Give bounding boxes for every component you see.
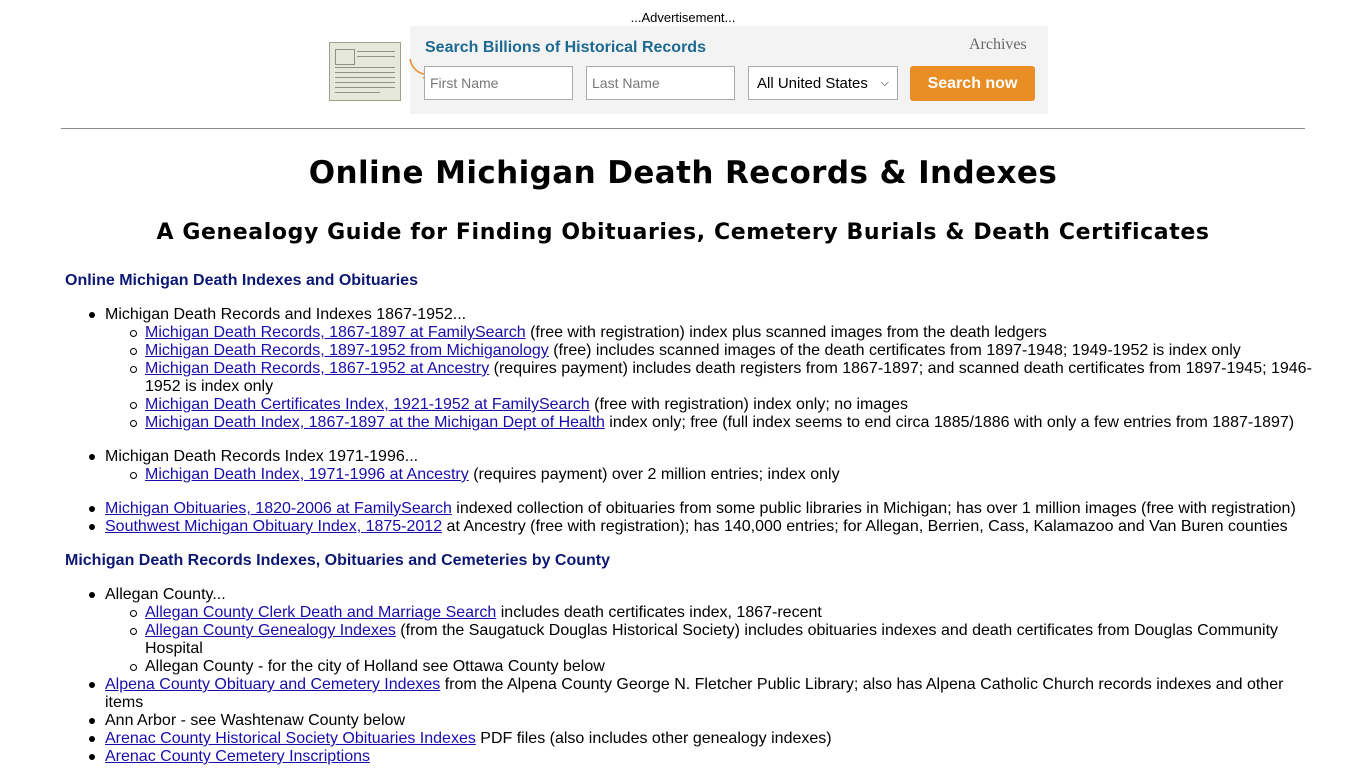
- list-item: Michigan Death Index, 1867-1897 at the M…: [130, 414, 1315, 432]
- divider: [61, 128, 1305, 129]
- list-item: Southwest Michigan Obituary Index, 1875-…: [89, 518, 1315, 536]
- record-description: Allegan County - for the city of Holland…: [145, 658, 605, 675]
- record-description: indexed collection of obituaries from so…: [451, 500, 1296, 517]
- group-label: Michigan Death Records and Indexes 1867-…: [105, 306, 467, 323]
- list-item: Michigan Death Records, 1867-1897 at Fam…: [130, 324, 1315, 342]
- record-description: (free with registration) index only; no …: [589, 396, 909, 413]
- list-item: Michigan Obituaries, 1820-2006 at Family…: [89, 500, 1315, 518]
- record-link[interactable]: Michigan Death Records, 1867-1897 at Fam…: [145, 324, 526, 341]
- list-item: Ann Arbor - see Washtenaw County below: [89, 712, 1315, 730]
- list-item: Allegan County - for the city of Holland…: [130, 658, 1315, 676]
- record-description: includes death certificates index, 1867-…: [496, 604, 822, 621]
- list-item: Arenac County Cemetery Inscriptions: [89, 748, 1315, 766]
- section-heading-by-county: Michigan Death Records Indexes, Obituari…: [65, 552, 611, 569]
- search-now-button[interactable]: Search now: [910, 66, 1035, 101]
- region-select[interactable]: All United States ⌵: [748, 66, 898, 100]
- list-item: Arenac County Historical Society Obituar…: [89, 730, 1315, 748]
- record-link[interactable]: Michigan Death Index, 1971-1996 at Ances…: [145, 466, 469, 483]
- record-link[interactable]: Michigan Obituaries, 1820-2006 at Family…: [105, 500, 452, 517]
- last-name-input[interactable]: [586, 66, 735, 100]
- record-description: (free) includes scanned images of the de…: [548, 342, 1241, 359]
- archives-logo: Archives: [969, 36, 1027, 53]
- record-description: PDF files (also includes other genealogy…: [475, 730, 832, 747]
- record-link[interactable]: Michigan Death Certificates Index, 1921-…: [145, 396, 590, 413]
- record-description: index only; free (full index seems to en…: [604, 414, 1295, 431]
- first-name-input[interactable]: [424, 66, 573, 100]
- record-link[interactable]: Allegan County Clerk Death and Marriage …: [145, 604, 496, 621]
- record-description: Ann Arbor - see Washtenaw County below: [105, 712, 406, 729]
- list-item: Michigan Death Records and Indexes 1867-…: [89, 306, 1315, 432]
- online-indexes-list: Michigan Death Records and Indexes 1867-…: [89, 306, 1315, 536]
- record-link[interactable]: Arenac County Cemetery Inscriptions: [105, 748, 370, 765]
- list-item: Michigan Death Records, 1867-1952 at Anc…: [130, 360, 1315, 396]
- county-list: Allegan County... Allegan County Clerk D…: [89, 586, 1315, 766]
- record-link[interactable]: Michigan Death Records, 1867-1952 at Anc…: [145, 360, 489, 377]
- ad-title: Search Billions of Historical Records: [425, 39, 706, 56]
- group-label: Michigan Death Records Index 1971-1996..…: [105, 448, 419, 465]
- record-link[interactable]: Arenac County Historical Society Obituar…: [105, 730, 476, 747]
- section-heading-online-indexes: Online Michigan Death Indexes and Obitua…: [65, 272, 418, 289]
- chevron-down-icon: ⌵: [880, 76, 889, 89]
- group-label: Allegan County...: [105, 586, 226, 603]
- list-item: Michigan Death Certificates Index, 1921-…: [130, 396, 1315, 414]
- advertisement-label: ...Advertisement...: [630, 10, 736, 25]
- list-item: Michigan Death Index, 1971-1996 at Ances…: [130, 466, 1315, 484]
- record-description: at Ancestry (free with registration); ha…: [442, 518, 1288, 535]
- record-link[interactable]: Michigan Death Records, 1897-1952 from M…: [145, 342, 549, 359]
- list-item: Allegan County Genealogy Indexes (from t…: [130, 622, 1315, 658]
- list-item: Alpena County Obituary and Cemetery Inde…: [89, 676, 1315, 712]
- list-item: Allegan County... Allegan County Clerk D…: [89, 586, 1315, 676]
- list-item: Michigan Death Records, 1897-1952 from M…: [130, 342, 1315, 360]
- record-link[interactable]: Southwest Michigan Obituary Index, 1875-…: [105, 518, 442, 535]
- region-select-value: All United States: [757, 74, 868, 92]
- record-description: (requires payment) over 2 million entrie…: [468, 466, 840, 483]
- record-link[interactable]: Michigan Death Index, 1867-1897 at the M…: [145, 414, 605, 431]
- list-item: Michigan Death Records Index 1971-1996..…: [89, 448, 1315, 484]
- death-certificate-thumbnail[interactable]: [329, 42, 401, 101]
- record-link[interactable]: Alpena County Obituary and Cemetery Inde…: [105, 676, 440, 693]
- record-link[interactable]: Allegan County Genealogy Indexes: [145, 622, 396, 639]
- list-item: Allegan County Clerk Death and Marriage …: [130, 604, 1315, 622]
- page-title: Online Michigan Death Records & Indexes: [308, 155, 1058, 191]
- page-subtitle: A Genealogy Guide for Finding Obituaries…: [156, 220, 1210, 245]
- record-description: (free with registration) index plus scan…: [525, 324, 1047, 341]
